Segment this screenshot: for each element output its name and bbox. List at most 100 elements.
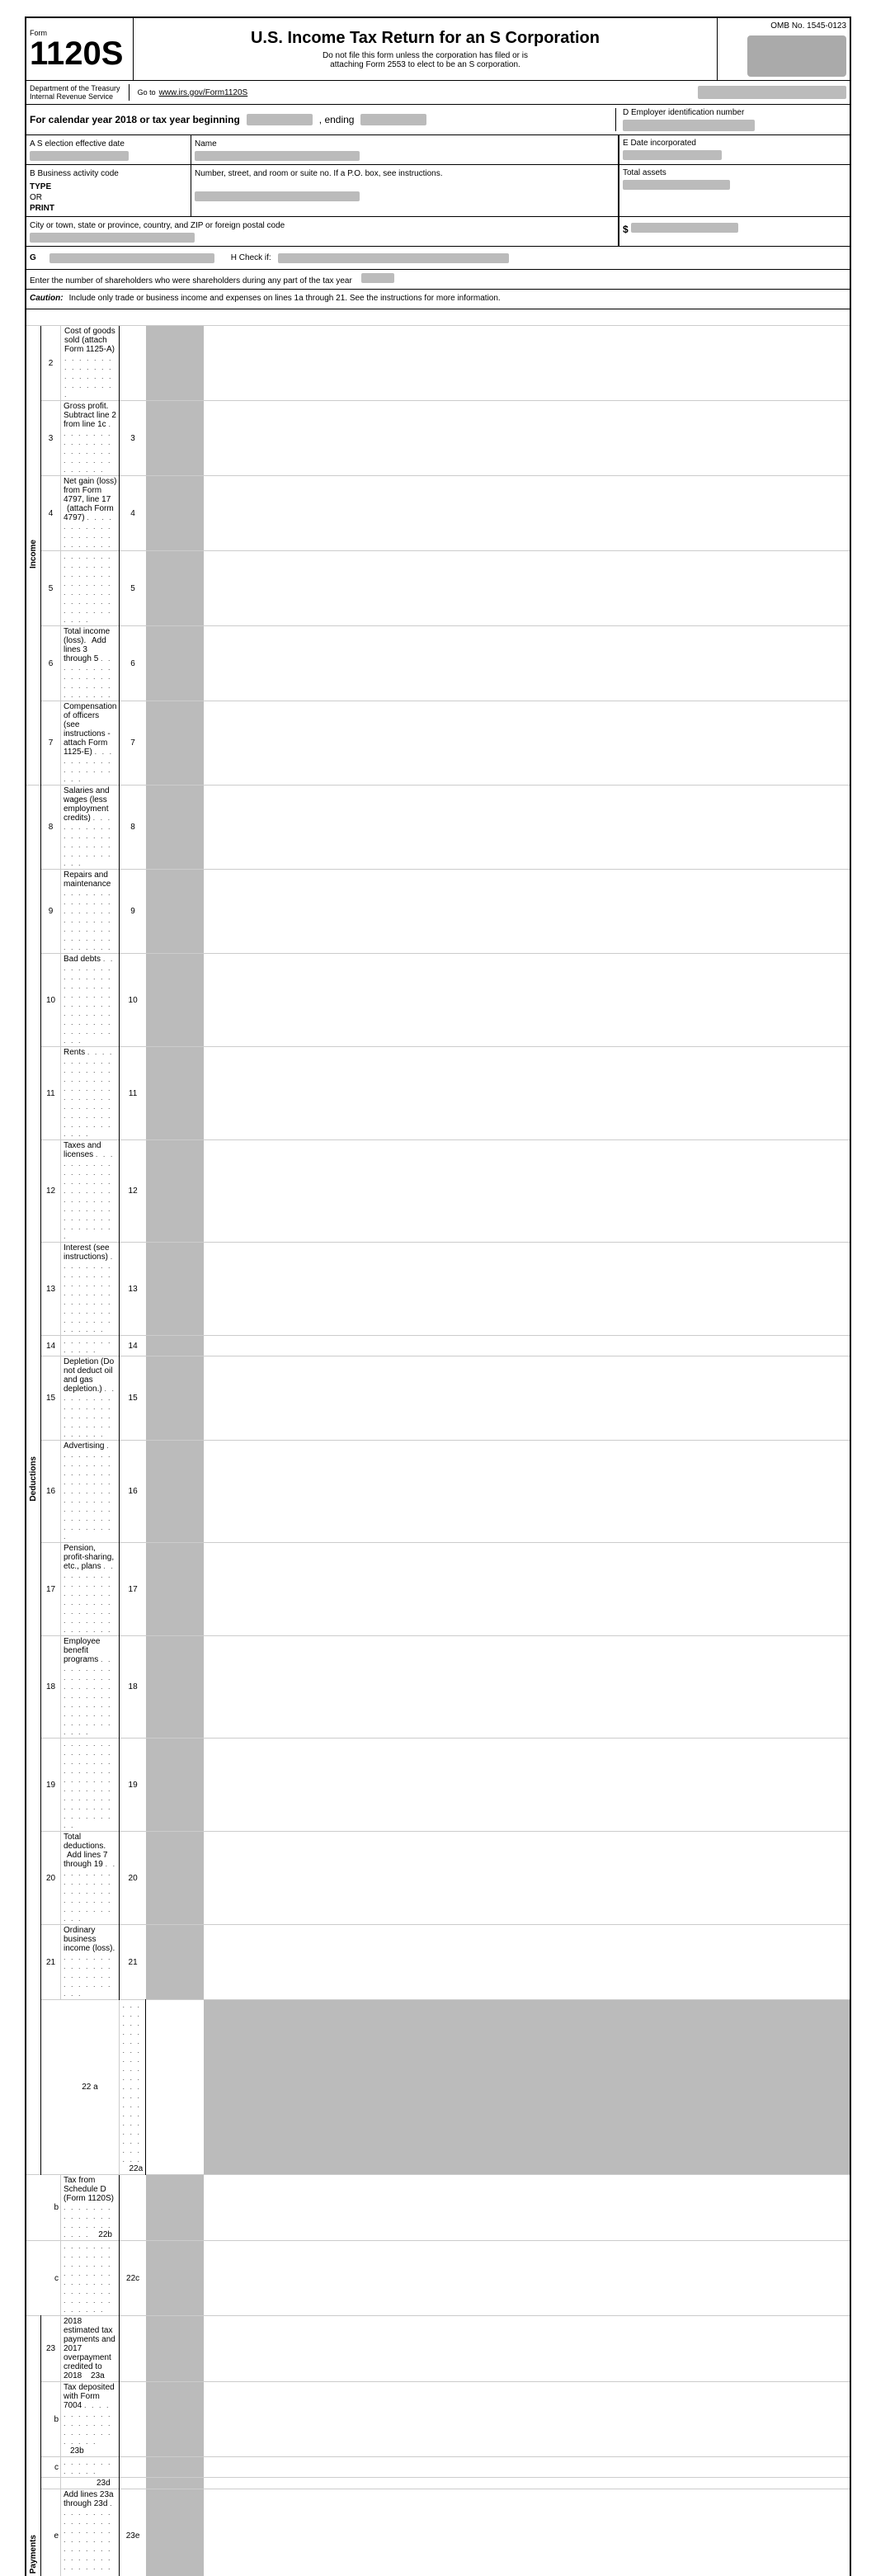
date-inc-value — [623, 150, 722, 160]
line-19-desc: . . . . . . . . . . . . . . . . . . . . … — [61, 1739, 120, 1832]
line-23e-desc: Add lines 23a through 23d . . . . . . . … — [61, 2489, 120, 2576]
line-17-desc: Pension, profit-sharing, etc., plans . .… — [61, 1543, 120, 1636]
line-8-amount: 8 — [120, 786, 146, 870]
line-19-num: 19 — [41, 1739, 61, 1832]
employer-id-value — [623, 120, 755, 131]
line-16-num: 16 — [41, 1441, 61, 1543]
line-18-num: 18 — [41, 1636, 61, 1739]
omb-number: OMB No. 1545-0123 — [770, 21, 846, 31]
line-12-amount: 12 — [120, 1140, 146, 1243]
ending-value-redacted — [360, 114, 426, 125]
line-23c-num: c — [41, 2457, 61, 2478]
line-22b-num: b — [41, 2175, 61, 2241]
line-23d-desc: 23d — [61, 2478, 120, 2489]
line-10-amount: 10 — [120, 954, 146, 1047]
line-5-desc: . . . . . . . . . . . . . . . . . . . . … — [61, 551, 120, 626]
header-redacted-bar — [698, 86, 846, 99]
line-14-num: 14 — [41, 1336, 61, 1356]
employer-id-label: D Employer identification number — [623, 108, 846, 117]
address-label: Number, street, and room or suite no. If… — [195, 169, 443, 178]
beginning-value-redacted — [247, 114, 313, 125]
line-19-amount: 19 — [120, 1739, 146, 1832]
business-label: B Business activity code — [30, 169, 119, 178]
tax-section-label: Tax and Payments — [29, 2535, 38, 2576]
line-17-amount: 17 — [120, 1543, 146, 1636]
line-22a-desc: . . . . . . . . . . . . . . . . . . . . … — [120, 2000, 146, 2175]
election-label: A S election effective date — [30, 139, 125, 149]
goto-url: www.irs.gov/Form1120S — [159, 88, 248, 97]
line-17-num: 17 — [41, 1543, 61, 1636]
right-redacted-23c — [146, 2457, 204, 2478]
right-redacted-8 — [146, 786, 204, 870]
income-section-label: Income — [29, 540, 38, 569]
right-redacted-21 — [146, 1925, 204, 2000]
stamp-box — [747, 35, 846, 77]
right-redacted-15 — [146, 1356, 204, 1441]
line-23d-num — [41, 2478, 61, 2489]
line-12-num: 12 — [41, 1140, 61, 1243]
line-9-amount: 9 — [120, 870, 146, 954]
form-number: 1120S — [30, 37, 130, 70]
dollar-sign: $ — [623, 224, 629, 235]
dollar-value — [631, 223, 738, 233]
line-23b-desc: Tax deposited with Form 7004 . . . . . .… — [61, 2382, 120, 2457]
line-2-amount — [120, 326, 146, 401]
line-21-desc: Ordinary business income (loss). . . . .… — [61, 1925, 120, 2000]
line-22c-amount: 22c — [120, 2241, 146, 2316]
line-11-amount: 11 — [120, 1047, 146, 1140]
ending-label: , ending — [319, 114, 355, 125]
right-redacted-10 — [146, 954, 204, 1047]
right-redacted-23 — [146, 2316, 204, 2382]
line-6-amount: 6 — [120, 626, 146, 701]
right-redacted-16 — [146, 1441, 204, 1543]
line-3-amount: 3 — [120, 401, 146, 476]
line-3-num: 3 — [41, 401, 61, 476]
g-value — [49, 253, 214, 263]
line-13-desc: Interest (see instructions) . . . . . . … — [61, 1243, 120, 1336]
line-4-desc: Net gain (loss) from Form 4797, line 17 … — [61, 476, 120, 551]
right-redacted-19 — [146, 1739, 204, 1832]
line-23e-label: e — [41, 2489, 61, 2576]
address-value — [195, 191, 360, 201]
line-20-num: 20 — [41, 1832, 61, 1925]
total-assets-label: Total assets — [623, 168, 846, 177]
goto-label: Go to — [138, 88, 156, 97]
line-3-desc: Gross profit. Subtract line 2 from line … — [61, 401, 120, 476]
line-22c-num: c — [41, 2241, 61, 2316]
right-redacted-22c — [146, 2241, 204, 2316]
line-10-desc: Bad debts . . . . . . . . . . . . . . . … — [61, 954, 120, 1047]
line-6-desc: Total income (loss). Add lines 3 through… — [61, 626, 120, 701]
dept-line1: Department of the Treasury — [30, 84, 120, 92]
city-label: City or town, state or province, country… — [30, 221, 285, 230]
line-23-num: 23 — [41, 2316, 61, 2382]
caution-text: Include only trade or business income an… — [69, 294, 501, 303]
line-23e-amount: 23e — [120, 2489, 146, 2576]
line-2-num: 2 — [41, 326, 61, 401]
h-checkboxes — [278, 253, 509, 263]
line-5-num: 5 — [41, 551, 61, 626]
right-redacted-3 — [146, 401, 204, 476]
line-23d-amount — [120, 2478, 146, 2489]
line-8-desc: Salaries and wages (less employment cred… — [61, 786, 120, 870]
calendar-label: For calendar year 2018 or tax year begin… — [30, 114, 240, 125]
line-4-amount: 4 — [120, 476, 146, 551]
line-22b-desc: Tax from Schedule D (Form 1120S) . . . .… — [61, 2175, 120, 2241]
line-2-desc: Cost of goods sold (attach Form 1125-A) … — [61, 326, 120, 401]
line-11-desc: Rents . . . . . . . . . . . . . . . . . … — [61, 1047, 120, 1140]
main-title: U.S. Income Tax Return for an S Corporat… — [251, 29, 600, 48]
line-9-desc: Repairs and maintenance . . . . . . . . … — [61, 870, 120, 954]
line-16-amount: 16 — [120, 1441, 146, 1543]
name-label: Name — [195, 139, 217, 149]
line-15-amount: 15 — [120, 1356, 146, 1441]
h-label: H Check if: — [231, 253, 271, 262]
line-20-desc: Total deductions. Add lines 7 through 19… — [61, 1832, 120, 1925]
right-redacted-23b — [146, 2382, 204, 2457]
line-23b-num: b — [41, 2382, 61, 2457]
line-22a-blank — [41, 2000, 61, 2175]
right-redacted-5 — [146, 551, 204, 626]
g-label: G — [30, 253, 36, 262]
line-7-num: 7 — [41, 701, 61, 786]
line-13-amount: 13 — [120, 1243, 146, 1336]
line-22a-amount — [146, 2000, 204, 2175]
line-16-desc: Advertising . . . . . . . . . . . . . . … — [61, 1441, 120, 1543]
